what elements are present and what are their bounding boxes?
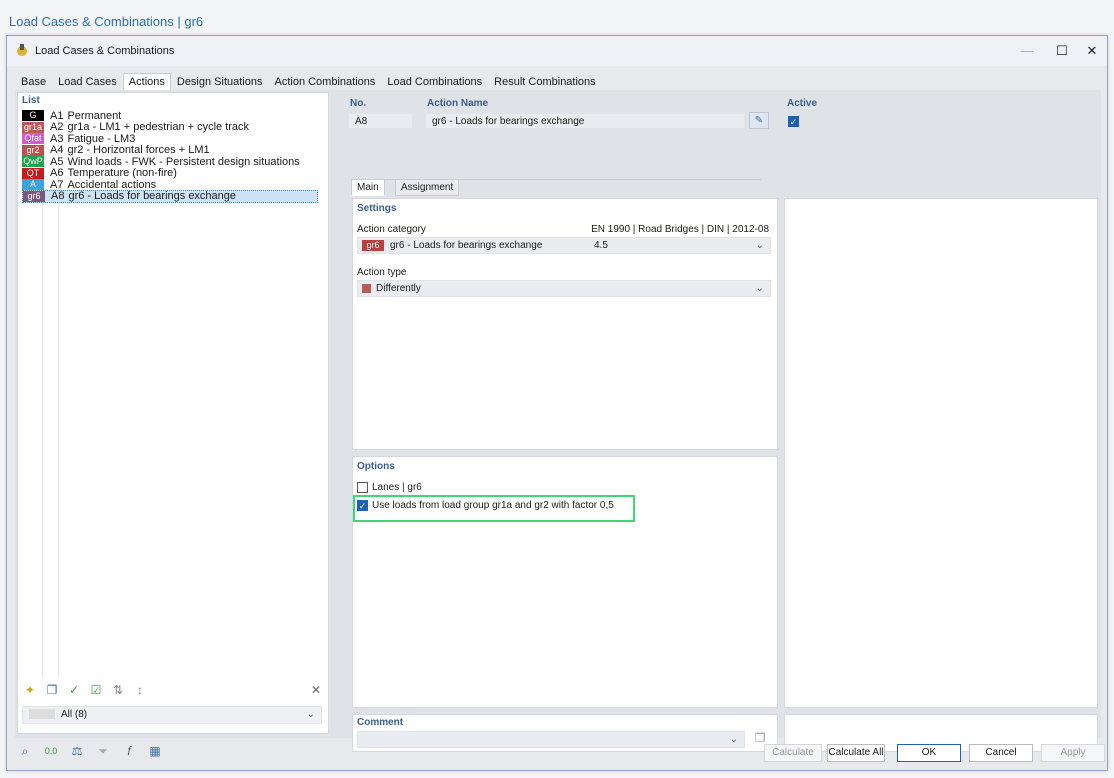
action-badge: A xyxy=(22,179,44,190)
action-badge: QwP xyxy=(22,156,44,167)
active-label: Active xyxy=(787,98,818,109)
settings-panel: Settings Action category EN 1990 | Road … xyxy=(352,198,778,450)
action-badge: gr1a xyxy=(22,121,44,133)
units-icon[interactable]: ⚖ xyxy=(69,744,85,758)
norm-label: EN 1990 | Road Bridges | DIN | 2012-08 xyxy=(591,224,769,235)
list-item[interactable]: gr6 A8 gr6 - Loads for bearings exchange xyxy=(22,189,318,203)
type-color-swatch xyxy=(362,283,371,293)
tab-design-situations[interactable]: Design Situations xyxy=(171,73,269,90)
filter-value: All (8) xyxy=(61,709,88,720)
main-tabs: Base Load Cases Actions Design Situation… xyxy=(15,73,602,91)
action-badge: gr6 xyxy=(23,190,45,202)
action-name-field[interactable]: gr6 - Loads for bearings exchange xyxy=(425,113,745,129)
lanes-checkbox[interactable] xyxy=(357,482,368,493)
tab-base[interactable]: Base xyxy=(15,73,52,90)
decimal-icon[interactable]: 0.0 xyxy=(43,744,59,758)
apply-button[interactable]: Apply xyxy=(1041,744,1105,762)
title-bar: Load Cases & Combinations — ☐ ✕ xyxy=(7,36,1107,66)
tab-main[interactable]: Main xyxy=(351,179,385,196)
ok-button[interactable]: OK xyxy=(897,744,961,762)
action-badge: G xyxy=(22,110,44,121)
no-field: A8 xyxy=(348,113,413,129)
list-label: List xyxy=(22,95,40,106)
app-icon xyxy=(17,44,27,56)
bottom-toolbar: ⌕ 0.0 ⚖ ⏷ f ▦ xyxy=(17,744,163,758)
tab-result-combinations[interactable]: Result Combinations xyxy=(488,73,602,90)
sort-icon[interactable]: ↕ xyxy=(132,683,148,697)
copy-icon[interactable]: ❐ xyxy=(44,683,60,697)
no-label: No. xyxy=(350,98,367,109)
cancel-button[interactable]: Cancel xyxy=(969,744,1033,762)
comment-input[interactable]: ⌄ xyxy=(357,731,745,748)
active-checkbox[interactable]: ✓ xyxy=(788,116,799,127)
dialog-window: Load Cases & Combinations — ☐ ✕ Base Loa… xyxy=(6,35,1108,771)
settings-label: Settings xyxy=(357,203,397,214)
action-badge: gr2 xyxy=(22,144,44,156)
tab-content: List ✦ ❐ ✓ ☑ ⇅ ↕ ✕ All (8) ⌄ G A1 Permanen… xyxy=(15,90,1101,752)
action-badge: Qfat xyxy=(22,133,44,144)
table-icon[interactable]: ▦ xyxy=(147,744,163,758)
tab-load-combinations[interactable]: Load Combinations xyxy=(381,73,488,90)
tab-actions[interactable]: Actions xyxy=(122,73,171,90)
use-loads-label: Use loads from load group gr1a and gr2 w… xyxy=(372,500,614,511)
comment-panel: Comment ⌄ ❐ xyxy=(352,714,778,752)
edit-name-icon[interactable]: ✎ xyxy=(749,112,769,129)
new-item-icon[interactable]: ✦ xyxy=(22,683,38,697)
check-icon[interactable]: ✓ xyxy=(66,683,82,697)
action-name: gr6 - Loads for bearings exchange xyxy=(68,190,237,202)
comment-label: Comment xyxy=(357,717,404,728)
tab-load-cases[interactable]: Load Cases xyxy=(52,73,123,90)
function-icon[interactable]: f xyxy=(121,744,137,758)
close-button[interactable]: ✕ xyxy=(1077,41,1107,61)
action-category-label: Action category xyxy=(357,224,426,235)
options-label: Options xyxy=(357,461,395,472)
type-value: Differently xyxy=(376,283,421,294)
filter-select[interactable]: All (8) ⌄ xyxy=(22,706,322,724)
action-type-label: Action type xyxy=(357,267,407,278)
list-toolbar: ✦ ❐ ✓ ☑ ⇅ ↕ xyxy=(22,683,148,697)
calculate-all-button[interactable]: Calculate All xyxy=(827,744,885,762)
calculate-button[interactable]: Calculate xyxy=(764,744,822,762)
action-name-label: Action Name xyxy=(427,98,489,109)
preview-panel xyxy=(784,198,1098,708)
filter-icon[interactable]: ⏷ xyxy=(95,744,111,758)
list-panel: List ✦ ❐ ✓ ☑ ⇅ ↕ ✕ All (8) ⌄ G A1 Permanen… xyxy=(17,92,329,734)
action-category-select[interactable]: gr6 gr6 - Loads for bearings exchange 4.5… xyxy=(357,237,771,254)
category-value: gr6 - Loads for bearings exchange xyxy=(390,240,543,251)
options-panel: Options Lanes | gr6 ✓ Use loads from load… xyxy=(352,456,778,708)
minimize-button[interactable]: — xyxy=(1012,41,1042,61)
tab-assignment[interactable]: Assignment xyxy=(395,179,460,196)
search-icon[interactable]: ⌕ xyxy=(17,744,33,758)
action-id: A8 xyxy=(51,190,65,202)
lanes-label: Lanes | gr6 xyxy=(372,482,422,493)
window-title: Load Cases & Combinations xyxy=(35,45,175,57)
category-code: 4.5 xyxy=(594,240,608,251)
use-loads-option[interactable]: ✓ Use loads from load group gr1a and gr2 … xyxy=(357,500,614,511)
chevron-down-icon: ⌄ xyxy=(306,709,315,720)
chevron-down-icon: ⌄ xyxy=(755,240,764,251)
breadcrumb: Load Cases & Combinations | gr6 xyxy=(9,14,204,29)
maximize-button[interactable]: ☐ xyxy=(1047,41,1077,61)
delete-icon[interactable]: ✕ xyxy=(308,683,324,697)
renumber-icon[interactable]: ⇅ xyxy=(110,683,126,697)
chevron-down-icon: ⌄ xyxy=(729,734,738,745)
tab-action-combinations[interactable]: Action Combinations xyxy=(268,73,381,90)
action-type-select[interactable]: Differently ⌄ xyxy=(357,280,771,297)
chevron-down-icon: ⌄ xyxy=(755,283,764,294)
use-loads-checkbox[interactable]: ✓ xyxy=(357,500,368,511)
category-badge: gr6 xyxy=(362,239,384,251)
lanes-option[interactable]: Lanes | gr6 xyxy=(357,482,422,493)
check-all-icon[interactable]: ☑ xyxy=(88,683,104,697)
action-badge: QT xyxy=(22,167,44,179)
